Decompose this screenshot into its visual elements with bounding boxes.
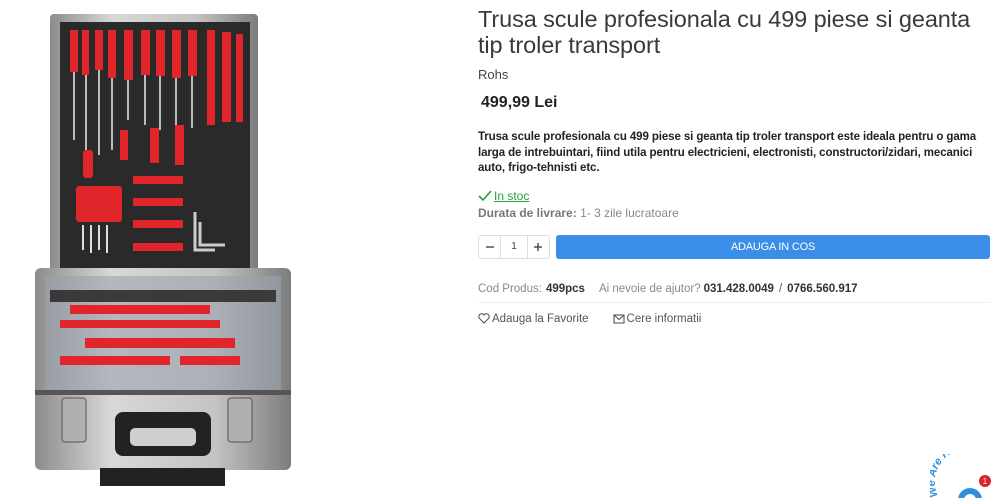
chat-icon: We Are Here 1: [926, 440, 991, 498]
cart-row: 1 ADAUGA IN COS: [478, 234, 990, 259]
phone-separator: /: [778, 282, 783, 295]
quantity-input[interactable]: 1: [500, 235, 528, 258]
add-to-cart-button[interactable]: ADAUGA IN COS: [556, 234, 990, 259]
help-label: Ai nevoie de ajutor?: [598, 282, 701, 295]
chat-widget[interactable]: We Are Here 1: [926, 440, 1000, 498]
product-description: Trusa scule profesionala cu 499 piese si…: [478, 131, 977, 174]
product-title: Trusa scule profesionala cu 499 piese si…: [478, 6, 971, 58]
stock-text: In stoc: [494, 188, 530, 203]
product-meta: Cod Produs: 499pcs Ai nevoie de ajutor? …: [478, 283, 990, 303]
delivery-label: Durata de livrare:: [478, 205, 577, 220]
envelope-icon: [612, 313, 625, 324]
delivery-info: Durata de livrare: 1- 3 zile lucratoare: [478, 206, 990, 220]
heart-icon: [478, 313, 490, 324]
increase-quantity-button[interactable]: [528, 236, 549, 258]
request-info-link[interactable]: Cere informatii: [612, 312, 702, 325]
product-code-value: 499pcs: [545, 282, 585, 295]
product-image[interactable]: [0, 0, 330, 498]
tool-case-illustration: [35, 14, 291, 486]
favorites-label: Adauga la Favorite: [492, 312, 589, 325]
chat-label: We Are Here: [926, 440, 967, 498]
product-brand[interactable]: Rohs: [478, 67, 990, 82]
product-code-label: Cod Produs:: [478, 282, 542, 295]
decrease-quantity-button[interactable]: [479, 236, 500, 258]
quantity-stepper: 1: [478, 234, 550, 259]
minus-icon: [485, 245, 494, 248]
stock-status: In stoc: [478, 189, 990, 203]
chat-badge: 1: [983, 477, 988, 486]
add-to-favorites-link[interactable]: Adauga la Favorite: [478, 313, 589, 325]
phone-number-1[interactable]: 031.428.0049: [704, 283, 774, 295]
plus-icon: [534, 242, 543, 251]
product-info: Trusa scule profesionala cu 499 piese si…: [478, 0, 990, 325]
svg-text:We Are Here: We Are Here: [930, 454, 967, 498]
delivery-value: 1- 3 zile lucratoare: [580, 205, 679, 220]
phone-number-2[interactable]: 0766.560.917: [787, 283, 857, 295]
check-icon: [478, 189, 492, 201]
product-actions: Adauga la Favorite Cere informatii: [478, 313, 990, 325]
request-info-label: Cere informatii: [626, 312, 702, 325]
product-price: 499,99 Lei: [481, 94, 558, 111]
